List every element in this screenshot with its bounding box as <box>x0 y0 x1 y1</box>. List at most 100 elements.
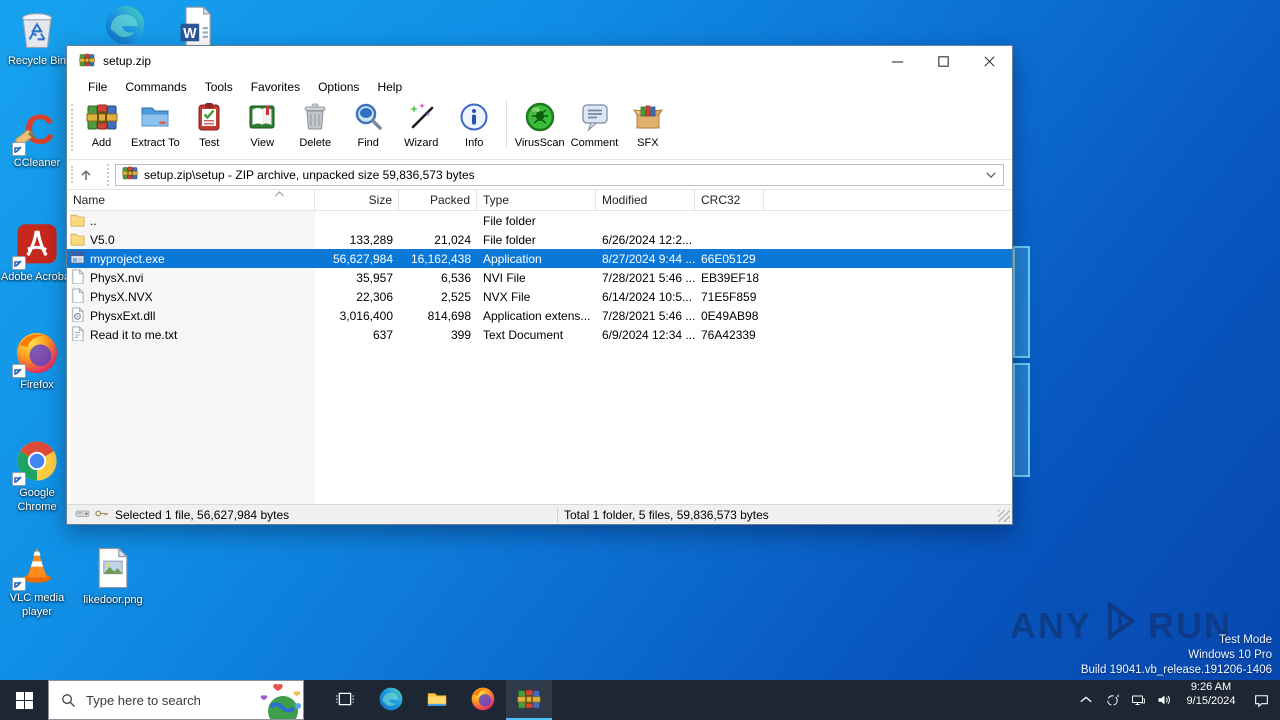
shortcut-arrow-icon <box>12 256 26 270</box>
file-name: myproject.exe <box>90 251 165 266</box>
maximize-button[interactable] <box>920 46 966 76</box>
file-name-cell: myproject.exe <box>67 250 315 268</box>
file-size-cell: 22,306 <box>356 289 393 304</box>
toolbar-view-label: View <box>250 137 275 149</box>
close-button[interactable] <box>966 46 1012 76</box>
file-row-physx-nvx[interactable]: PhysX.NVX 22,306 2,525 NVX File 6/14/2024 10… <box>67 287 1012 306</box>
title-bar[interactable]: setup.zip <box>67 46 1012 76</box>
desktop-icon-ccleaner[interactable]: C CCleaner <box>0 108 74 170</box>
tray-network-icon[interactable] <box>1126 680 1150 720</box>
column-header-modified[interactable]: Modified <box>596 190 695 210</box>
menu-options[interactable]: Options <box>309 78 368 96</box>
taskbar-buttons <box>322 680 552 720</box>
task-view-icon <box>335 689 355 712</box>
txt-file-icon <box>70 325 85 344</box>
column-header-crc32[interactable]: CRC32 <box>695 190 764 210</box>
menu-commands[interactable]: Commands <box>116 78 195 96</box>
toolbar-info-button[interactable]: Info <box>448 100 501 149</box>
toolbar-wizard-button[interactable]: Wizard <box>395 100 448 149</box>
toolbar-sfx-button[interactable]: SFX <box>621 100 674 149</box>
desktop-icon-google-chrome[interactable]: Google Chrome <box>0 438 74 515</box>
file-size-cell: 637 <box>372 327 393 342</box>
taskbar-winrar-button[interactable] <box>506 680 552 720</box>
taskbar-file-explorer-button[interactable] <box>414 680 460 720</box>
toolbar: Add Extract To Test View Delete Find Wizard Inf… <box>67 98 1012 160</box>
desktop-icon-label: likedoor.png <box>83 594 143 606</box>
search-highlights-art[interactable] <box>257 681 303 719</box>
column-header-size[interactable]: Size <box>315 190 399 210</box>
folder-file-icon <box>70 212 85 230</box>
file-name: PhysX.nvi <box>90 270 144 285</box>
desktop-icon-word-doc[interactable]: W <box>160 4 234 50</box>
taskbar-firefox-button[interactable] <box>460 680 506 720</box>
file-list: Name Size Packed Type Modified CRC32 .. File f… <box>67 189 1012 504</box>
action-center-button[interactable] <box>1242 680 1280 720</box>
column-header-packed[interactable]: Packed <box>399 190 477 210</box>
file-row-myproject-exe[interactable]: myproject.exe 56,627,984 16,162,438 Applica… <box>67 249 1012 268</box>
chevron-down-icon[interactable] <box>985 170 997 180</box>
column-header-type[interactable]: Type <box>477 190 596 210</box>
tray-update-icon[interactable] <box>1100 680 1124 720</box>
key-icon[interactable] <box>94 507 109 523</box>
wallpaper-light-rect-2 <box>1013 363 1030 477</box>
file-row-v5-0[interactable]: V5.0 133,289 21,024 File folder 6/26/2024 12… <box>67 230 1012 249</box>
desktop-icon-label: Google Chrome <box>17 487 57 514</box>
taskbar-search[interactable]: Type here to search <box>48 680 304 720</box>
shortcut-arrow-icon <box>12 472 26 486</box>
desktop-icon-label: Recycle Bin <box>7 55 67 67</box>
toolbar-comment-icon <box>579 101 611 136</box>
desktop-icon-likedoor[interactable]: likedoor.png <box>76 545 150 607</box>
taskbar-clock[interactable]: 9:26 AM 9/15/2024 <box>1180 680 1242 720</box>
taskbar-task-view-button[interactable] <box>322 680 368 720</box>
winrar-app-icon <box>79 52 95 71</box>
desktop-icon-vlc[interactable]: VLC media player <box>0 543 74 620</box>
file-crc32-cell: 76A42339 <box>701 327 756 342</box>
clock-time: 9:26 AM <box>1190 681 1232 693</box>
menu-bar: File Commands Tools Favorites Options Help <box>67 76 1012 98</box>
file-packed-cell: 16,162,438 <box>410 251 471 266</box>
file-row--[interactable]: .. File folder <box>67 211 1012 230</box>
file-name: Read it to me.txt <box>90 327 178 342</box>
file-crc32-cell: 0E49AB98 <box>701 308 759 323</box>
toolbar-virusscan-label: VirusScan <box>514 137 565 149</box>
clock-date: 9/15/2024 <box>1186 695 1236 707</box>
file-type-cell: NVI File <box>483 270 526 285</box>
toolbar-add-button[interactable]: Add <box>75 100 128 149</box>
file-crc32-cell: EB39EF18 <box>701 270 760 285</box>
menu-tools[interactable]: Tools <box>196 78 242 96</box>
desktop-icon-adobe-acrobat[interactable]: Adobe Acrobat <box>0 222 74 284</box>
desktop-icon-firefox[interactable]: Firefox <box>0 330 74 392</box>
archive-path-combobox[interactable]: setup.zip\setup - ZIP archive, unpacked … <box>115 163 1004 186</box>
minimize-button[interactable] <box>874 46 920 76</box>
taskbar-edge-button[interactable] <box>368 680 414 720</box>
toolbar-test-button[interactable]: Test <box>183 100 236 149</box>
file-row-read-it-to-me-txt[interactable]: Read it to me.txt 637 399 Text Document 6/9/… <box>67 325 1012 344</box>
file-type-cell: NVX File <box>483 289 531 304</box>
menu-favorites[interactable]: Favorites <box>242 78 309 96</box>
file-size-cell: 3,016,400 <box>339 308 393 323</box>
toolbar-virusscan-button[interactable]: VirusScan <box>505 100 568 149</box>
toolbar-find-button[interactable]: Find <box>342 100 395 149</box>
menu-file[interactable]: File <box>79 78 116 96</box>
file-row-physxext-dll[interactable]: PhysxExt.dll 3,016,400 814,698 Application … <box>67 306 1012 325</box>
toolbar-extract-button[interactable]: Extract To <box>128 100 183 149</box>
up-one-level-button[interactable] <box>73 163 109 186</box>
toolbar-delete-icon <box>299 101 331 136</box>
archive-path-text: setup.zip\setup - ZIP archive, unpacked … <box>144 167 475 182</box>
tray-volume-icon[interactable] <box>1152 680 1176 720</box>
google-chrome-icon <box>12 438 60 486</box>
resize-grip[interactable] <box>998 510 1010 522</box>
tray-show-hidden-icons-button[interactable] <box>1074 680 1098 720</box>
drive-icon[interactable] <box>75 507 90 523</box>
file-row-physx-nvi[interactable]: PhysX.nvi 35,957 6,536 NVI File 7/28/2021 5:… <box>67 268 1012 287</box>
file-type-cell: File folder <box>483 232 536 247</box>
windows-logo-icon <box>15 691 33 709</box>
desktop-icon-edge[interactable] <box>88 2 162 48</box>
start-button[interactable] <box>0 680 48 720</box>
toolbar-comment-button[interactable]: Comment <box>568 100 622 149</box>
toolbar-delete-button[interactable]: Delete <box>289 100 342 149</box>
file-name-cell: Read it to me.txt <box>67 325 315 344</box>
desktop-icon-recycle-bin[interactable]: Recycle Bin <box>0 6 74 68</box>
toolbar-view-button[interactable]: View <box>236 100 289 149</box>
menu-help[interactable]: Help <box>368 78 411 96</box>
